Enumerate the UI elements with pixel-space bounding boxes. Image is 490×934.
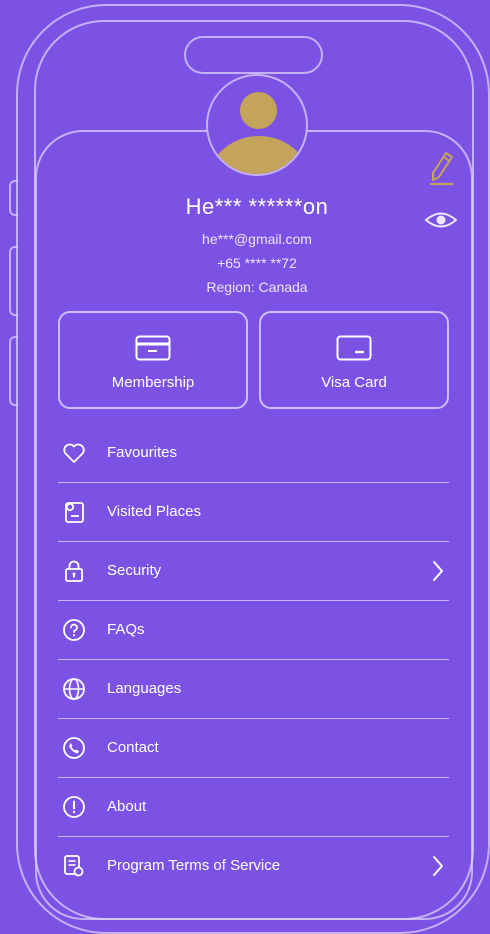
lock-icon [65, 560, 83, 582]
menu-item-contact[interactable]: Contact [58, 719, 449, 778]
menu-item-visited-places[interactable]: Visited Places [58, 483, 449, 542]
credit-card-icon [135, 335, 171, 361]
profile-phone: +65 **** **72 [217, 255, 297, 271]
document-icon [64, 855, 84, 877]
side-button-volume-up [9, 246, 18, 316]
side-button-volume-down [9, 336, 18, 406]
heart-icon [63, 443, 85, 463]
menu-item-label: Contact [107, 739, 159, 756]
menu-item-label: Favourites [107, 444, 178, 461]
dynamic-island [184, 36, 323, 74]
chevron-right-icon [433, 856, 443, 876]
pencil-icon [429, 152, 454, 186]
profile-email: he***@gmail.com [202, 231, 312, 247]
menu-item-label: Visited Places [107, 503, 201, 520]
phone-icon [63, 737, 85, 759]
menu-item-about[interactable]: About [58, 778, 449, 837]
toggle-visibility-button[interactable] [424, 207, 458, 233]
card-icon [336, 335, 372, 361]
avatar[interactable] [206, 74, 308, 176]
menu-item-label: FAQs [107, 621, 145, 638]
menu-item-security[interactable]: Security [58, 542, 449, 601]
membership-button[interactable]: Membership [58, 311, 248, 409]
avatar-icon [208, 76, 306, 174]
profile-region: Region: Canada [206, 279, 308, 295]
profile-name: He*** ******on [185, 194, 329, 219]
menu-item-label: Languages [107, 680, 182, 697]
globe-icon [63, 678, 85, 700]
eye-icon [424, 212, 458, 228]
chevron-right-icon [433, 561, 443, 581]
menu-item-label: Program Terms of Service [107, 857, 281, 874]
map-pin-icon [65, 502, 84, 523]
edit-profile-button[interactable] [428, 150, 456, 186]
info-icon [63, 796, 85, 818]
menu-item-label: About [107, 798, 147, 815]
visa-card-label: Visa Card [321, 374, 387, 391]
menu-item-faqs[interactable]: FAQs [58, 601, 449, 660]
question-icon [63, 619, 85, 641]
menu-item-languages[interactable]: Languages [58, 660, 449, 719]
visa-card-button[interactable]: Visa Card [259, 311, 449, 409]
menu-item-label: Security [107, 562, 162, 579]
membership-label: Membership [111, 374, 195, 391]
menu-item-terms-of-service[interactable]: Program Terms of Service [58, 837, 449, 895]
side-button-silent [9, 180, 18, 216]
settings-menu: Favourites Visited Places Security FAQs [58, 424, 449, 895]
menu-item-favourites[interactable]: Favourites [58, 424, 449, 483]
